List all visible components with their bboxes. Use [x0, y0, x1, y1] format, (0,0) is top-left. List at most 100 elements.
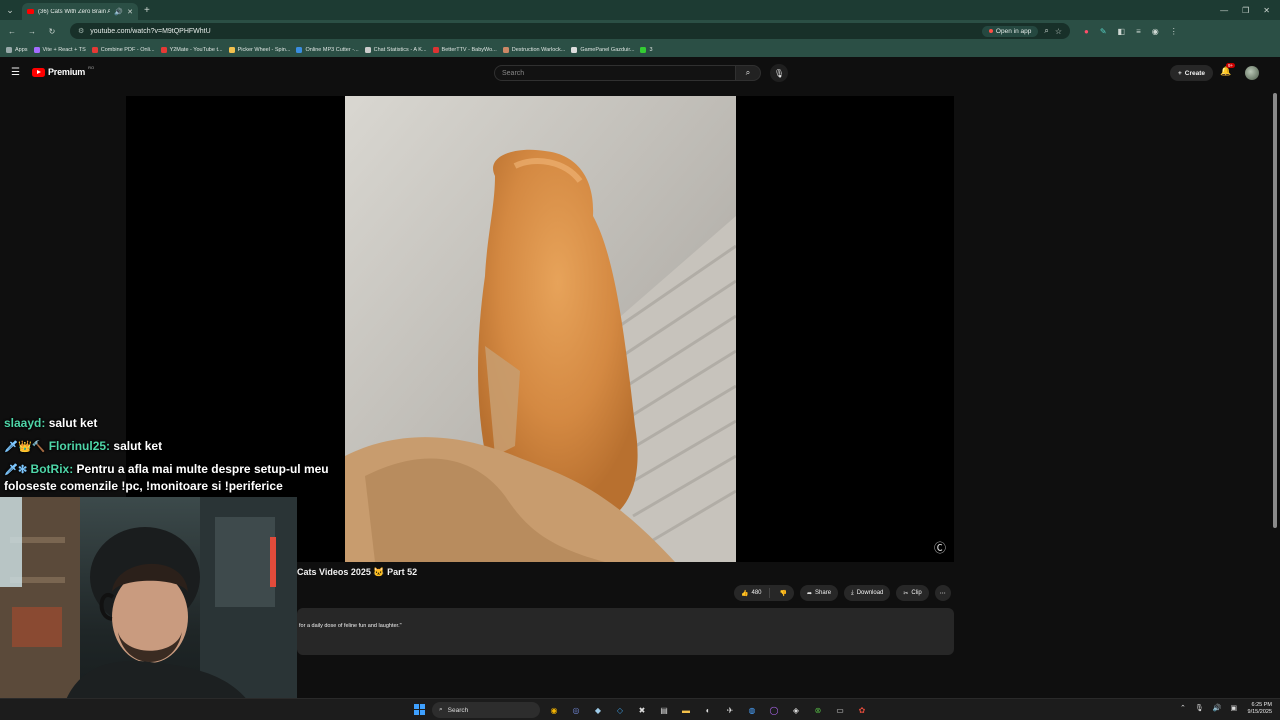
bookmark-item[interactable]: 3: [640, 46, 653, 53]
browser-toolbar: ← → ↻ ⚙ youtube.com/watch?v=M9tQPHFWhtU …: [0, 20, 1280, 42]
bookmark-label: Combine PDF - Onli...: [100, 46, 155, 53]
bookmark-item[interactable]: Y2Mate - YouTube t...: [160, 46, 223, 53]
app-icon-4[interactable]: ◯: [766, 702, 782, 718]
address-bar[interactable]: ⚙ youtube.com/watch?v=M9tQPHFWhtU Open i…: [70, 23, 1070, 39]
thumbs-down-icon: 👎: [779, 590, 787, 597]
xbox-icon[interactable]: ⊗: [810, 702, 826, 718]
description-box[interactable]: for a daily dose of feline fun and laugh…: [297, 608, 954, 655]
bookmark-item[interactable]: Picker Wheel - Spin...: [228, 46, 290, 53]
account-avatar[interactable]: [1245, 66, 1259, 80]
bookmark-label: Y2Mate - YouTube t...: [169, 46, 223, 53]
like-button[interactable]: 👍 480: [734, 588, 770, 598]
youtube-logo[interactable]: Premium RO: [32, 65, 94, 77]
bookmark-item[interactable]: Chat Statistics - A K...: [364, 46, 427, 53]
youtube-header: ☰ Premium RO Search ⌕ 🎙 + Create 🔔 9+: [0, 57, 1280, 89]
extension-ublock-icon[interactable]: ●: [1084, 27, 1089, 36]
share-button[interactable]: ➦ Share: [799, 585, 839, 601]
steam-icon[interactable]: ◆: [590, 702, 606, 718]
scrollbar-thumb[interactable]: [1273, 93, 1277, 528]
app-icon-3[interactable]: ◍: [744, 702, 760, 718]
back-icon[interactable]: ←: [6, 27, 18, 36]
bookmark-label: Destruction Warlock...: [511, 46, 566, 53]
tray-chevron-icon[interactable]: ⌃: [1180, 704, 1186, 712]
window-close-icon[interactable]: ✕: [1263, 6, 1270, 15]
open-in-app-button[interactable]: Open in app: [981, 25, 1039, 37]
chat-username: BotRix:: [30, 462, 74, 476]
browser-tab-strip: ⌄ (36) Cats With Zero Brain A... 🔊 ✕ + —…: [0, 0, 1280, 20]
profile-icon[interactable]: ◉: [1152, 27, 1159, 36]
browser-menu-icon[interactable]: ⋮: [1170, 27, 1178, 36]
download-icon: ⤓: [851, 589, 854, 596]
close-icon[interactable]: ✕: [127, 8, 133, 16]
create-button[interactable]: + Create: [1170, 65, 1214, 81]
bookmark-favicon-icon: [296, 46, 303, 53]
chat-username: Florinul25:: [48, 439, 111, 453]
bookmark-favicon-icon: [91, 46, 98, 53]
youtube-favicon-icon: [27, 9, 34, 14]
app-icon-5[interactable]: ◈: [788, 702, 804, 718]
file-explorer-icon[interactable]: ▬: [678, 702, 694, 718]
more-actions-button[interactable]: ⋯: [934, 585, 951, 601]
thumbs-up-icon: 👍: [741, 590, 749, 597]
voice-search-button[interactable]: 🎙: [770, 64, 788, 82]
extensions-puzzle-icon[interactable]: ◧: [1118, 27, 1126, 36]
capcut-icon[interactable]: ✖: [634, 702, 650, 718]
site-info-icon[interactable]: ⚙: [78, 27, 84, 35]
video-frame[interactable]: [345, 96, 736, 562]
app-icon-6[interactable]: ✿: [854, 702, 870, 718]
chat-message: 🗡✻ BotRix: Pentru a afla mai multe despr…: [4, 461, 334, 494]
forward-icon[interactable]: →: [26, 27, 38, 36]
chat-text: salut ket: [113, 439, 163, 453]
share-icon: ➦: [806, 590, 813, 597]
search-input[interactable]: Search: [494, 65, 736, 81]
page-scrollbar[interactable]: [1271, 89, 1279, 698]
tray-app-icon[interactable]: ▣: [1230, 704, 1237, 712]
taskbar-clock[interactable]: 6:25 PM 9/15/2025: [1240, 702, 1272, 716]
browser-tab-active[interactable]: (36) Cats With Zero Brain A... 🔊 ✕: [22, 3, 138, 20]
bookmark-item[interactable]: Combine PDF - Onli...: [91, 46, 155, 53]
vscode-icon[interactable]: ◇: [612, 702, 628, 718]
extension-translate-icon[interactable]: ✎: [1100, 27, 1107, 36]
zoom-icon[interactable]: ⌕: [1044, 26, 1048, 36]
discord-icon[interactable]: ◎: [568, 702, 584, 718]
bookmark-item[interactable]: GamePanel Gazduir...: [571, 46, 634, 53]
channel-watermark-icon[interactable]: Ⓒ: [934, 539, 946, 556]
new-tab-button[interactable]: +: [144, 5, 150, 16]
taskbar-apps: ◉ ◎ ◆ ◇ ✖ ▤ ▬ ◐ ✈ ◍ ◯ ◈ ⊗ ▭ ✿: [546, 702, 870, 718]
bookmark-item[interactable]: Apps: [6, 46, 28, 53]
volume-icon[interactable]: 🔊: [1213, 704, 1222, 712]
menu-icon[interactable]: ☰: [11, 67, 20, 78]
obs-icon[interactable]: ▭: [832, 702, 848, 718]
app-icon[interactable]: ◐: [700, 702, 716, 718]
speaker-icon[interactable]: 🔊: [114, 8, 123, 16]
chat-badges: 🗡👑🔨: [4, 441, 46, 453]
clip-button[interactable]: ✂ Clip: [896, 585, 929, 601]
taskbar-search[interactable]: ⌕ Search: [432, 702, 540, 718]
chat-username: slaayd:: [4, 416, 46, 430]
bookmark-favicon-icon: [33, 46, 40, 53]
notifications-button[interactable]: 🔔 9+: [1220, 63, 1236, 77]
download-button[interactable]: ⤓ Download: [844, 585, 891, 601]
microphone-icon[interactable]: 🎙: [1195, 704, 1204, 712]
app-icon-2[interactable]: ✈: [722, 702, 738, 718]
bookmark-item[interactable]: Vite + React + TS: [33, 46, 86, 53]
chat-badges: 🗡✻: [4, 464, 28, 476]
reload-icon[interactable]: ↻: [46, 27, 58, 36]
bookmark-item[interactable]: BetterTTV - BabyWo...: [432, 46, 497, 53]
search-button[interactable]: ⌕: [735, 65, 761, 81]
bookmark-label: Chat Statistics - A K...: [373, 46, 427, 53]
dislike-button[interactable]: 👎: [773, 590, 794, 597]
epic-games-icon[interactable]: ▤: [656, 702, 672, 718]
bookmark-star-icon[interactable]: ☆: [1055, 27, 1062, 36]
bookmark-item[interactable]: Destruction Warlock...: [502, 46, 566, 53]
restore-icon[interactable]: ❐: [1242, 6, 1249, 15]
bookmark-label: 3: [649, 46, 653, 53]
chrome-icon[interactable]: ◉: [546, 702, 562, 718]
tab-search-icon[interactable]: ⌄: [0, 0, 20, 20]
windows-taskbar: ⌕ Search ◉ ◎ ◆ ◇ ✖ ▤ ▬ ◐ ✈ ◍ ◯ ◈ ⊗ ▭ ✿ ⌃ …: [0, 698, 1280, 720]
bookmark-item[interactable]: Online MP3 Cutter -...: [296, 46, 359, 53]
media-controls-icon[interactable]: ≡: [1136, 27, 1141, 36]
minimize-icon[interactable]: —: [1220, 6, 1228, 15]
video-title: Cats Videos 2025 🐱 Part 52: [297, 567, 418, 577]
start-button[interactable]: [414, 704, 425, 715]
